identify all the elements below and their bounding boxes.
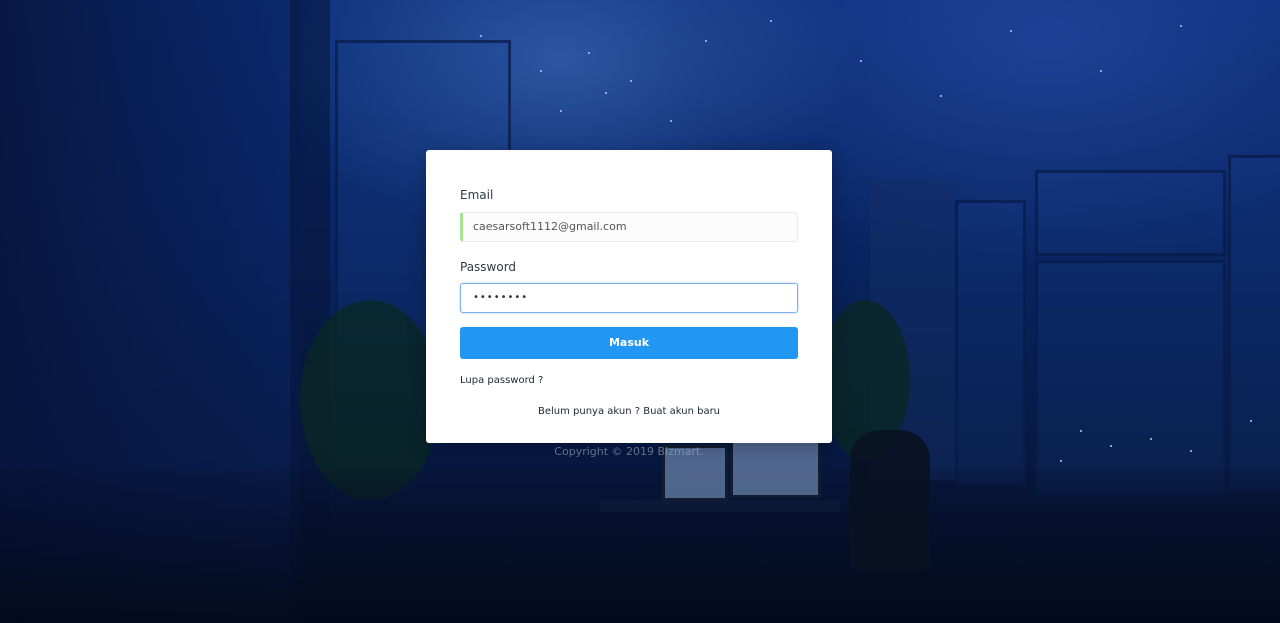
register-link[interactable]: Belum punya akun ? Buat akun baru [426,406,832,417]
email-input[interactable]: caesarsoft1112@gmail.com [460,212,798,242]
background-window [1228,155,1280,491]
email-label: Email [460,188,494,202]
copyright-text: Copyright © 2019 Bizmart. [554,445,704,458]
background-window [1035,260,1226,496]
password-label: Password [460,260,517,274]
login-card: Email caesarsoft1112@gmail.com Password … [426,150,832,443]
forgot-password-link[interactable]: Lupa password ? [460,375,543,386]
password-input[interactable]: •••••••• [460,283,798,313]
background-desk [600,500,840,512]
background-window [955,200,1026,486]
background-window [1035,170,1226,256]
background-floor [0,470,1280,623]
login-button[interactable]: Masuk [460,327,798,359]
